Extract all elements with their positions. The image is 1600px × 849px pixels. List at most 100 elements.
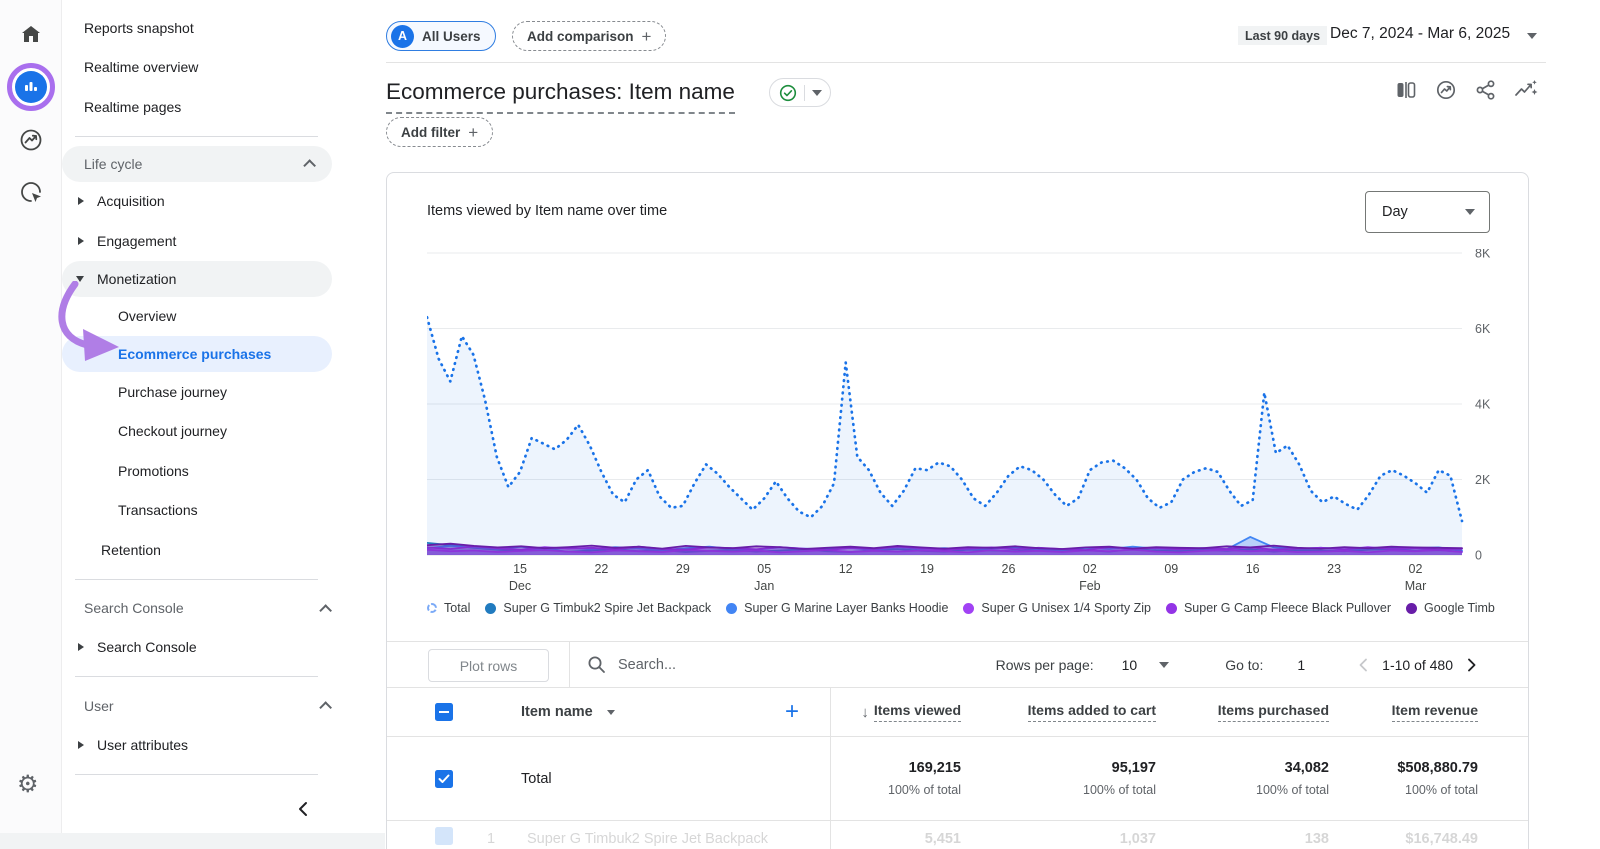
expand-triangle-icon xyxy=(78,741,84,749)
svg-text:29: 29 xyxy=(676,562,690,576)
sidebar-label: Search Console xyxy=(97,639,197,655)
column-header-items-viewed[interactable]: ↓Items viewed xyxy=(830,688,961,736)
sidebar-item-realtime-overview[interactable]: Realtime overview xyxy=(62,48,348,88)
sidebar-item-realtime-pages[interactable]: Realtime pages xyxy=(62,87,348,127)
legend-item[interactable]: Super G Camp Fleece Black Pullover xyxy=(1166,601,1391,615)
reports-sidebar: Reports snapshot Realtime overview Realt… xyxy=(62,0,348,832)
check-icon xyxy=(438,774,450,784)
goto-page-input[interactable]: 1 xyxy=(1297,657,1305,673)
report-status-pill[interactable] xyxy=(769,78,831,107)
svg-text:Dec: Dec xyxy=(509,579,531,593)
sidebar-item-engagement[interactable]: Engagement xyxy=(62,221,348,261)
plus-icon: + xyxy=(642,28,652,45)
pagination-range: 1-10 of 480 xyxy=(1382,657,1453,673)
legend-item[interactable]: Super G Marine Layer Banks Hoodie xyxy=(726,601,948,615)
plot-rows-button[interactable]: Plot rows xyxy=(428,649,549,682)
metric-subtext: 100% of total xyxy=(1083,783,1156,797)
expand-triangle-icon xyxy=(78,643,84,651)
table-total-row: Total 169,215100% of total 95,197100% of… xyxy=(387,737,1528,821)
prev-page-icon[interactable] xyxy=(1357,657,1369,673)
legend-swatch xyxy=(1166,603,1177,614)
sidebar-item-transactions[interactable]: Transactions xyxy=(62,491,348,531)
select-all-checkbox-indeterminate[interactable] xyxy=(435,703,453,721)
date-range-picker[interactable]: Dec 7, 2024 - Mar 6, 2025 xyxy=(1330,25,1510,43)
expand-triangle-icon xyxy=(78,197,84,205)
metric-value: 34,082 xyxy=(1285,760,1329,776)
chevron-down-icon[interactable] xyxy=(1159,662,1169,668)
reports-icon-active[interactable] xyxy=(7,63,55,111)
goto-label: Go to: xyxy=(1225,657,1263,673)
sidebar-item-monetization[interactable]: Monetization xyxy=(62,261,332,297)
insights-sparkline-icon[interactable] xyxy=(1514,78,1538,102)
legend-item[interactable]: Google Timb xyxy=(1406,601,1495,615)
section-header-search-console[interactable]: Search Console xyxy=(62,589,348,628)
sidebar-item-promotions[interactable]: Promotions xyxy=(62,451,348,491)
svg-text:26: 26 xyxy=(1002,562,1016,576)
total-row-checkbox-checked[interactable] xyxy=(435,770,453,788)
interval-select[interactable]: Day xyxy=(1365,191,1490,233)
row-checkbox[interactable] xyxy=(435,827,453,845)
legend-label: Super G Marine Layer Banks Hoodie xyxy=(744,601,948,615)
sidebar-label: Checkout journey xyxy=(118,423,227,439)
plus-icon: + xyxy=(468,124,478,141)
legend-item[interactable]: Super G Unisex 1/4 Sporty Zip xyxy=(963,601,1151,615)
column-header-item-revenue[interactable]: Item revenue xyxy=(1329,688,1478,736)
date-caret-icon[interactable] xyxy=(1527,33,1537,39)
metric-value: 169,215 xyxy=(909,760,961,776)
reports-icon xyxy=(15,71,47,103)
svg-text:Feb: Feb xyxy=(1079,579,1101,593)
column-header-items-purchased[interactable]: Items purchased xyxy=(1156,688,1329,736)
column-header-item-name[interactable]: Item name xyxy=(521,704,615,720)
legend-swatch xyxy=(1406,603,1417,614)
sidebar-label: Realtime overview xyxy=(84,59,198,75)
svg-text:02: 02 xyxy=(1083,562,1097,576)
chevron-down-icon xyxy=(812,90,822,96)
svg-text:2K: 2K xyxy=(1475,473,1491,487)
add-comparison-label: Add comparison xyxy=(527,29,634,44)
svg-text:Mar: Mar xyxy=(1405,579,1427,593)
collapse-sidebar-button[interactable] xyxy=(62,789,348,829)
chevron-up-icon xyxy=(319,604,332,617)
audience-chip-all-users[interactable]: A All Users xyxy=(386,21,496,51)
section-header-user[interactable]: User xyxy=(62,686,348,725)
legend-item[interactable]: Total xyxy=(427,601,470,615)
sidebar-item-user-attributes[interactable]: User attributes xyxy=(62,725,348,765)
section-header-life-cycle[interactable]: Life cycle xyxy=(62,146,332,182)
home-icon[interactable] xyxy=(17,20,45,48)
header-divider xyxy=(386,62,1546,63)
metric-subtext: 100% of total xyxy=(1256,783,1329,797)
metric-subtext: 100% of total xyxy=(1405,783,1478,797)
search-icon xyxy=(587,655,606,674)
sidebar-item-checkout-journey[interactable]: Checkout journey xyxy=(62,412,348,452)
collapse-triangle-icon xyxy=(76,276,84,282)
svg-text:05: 05 xyxy=(757,562,771,576)
svg-text:09: 09 xyxy=(1164,562,1178,576)
insights-icon[interactable] xyxy=(1434,78,1458,102)
sidebar-item-reports-snapshot[interactable]: Reports snapshot xyxy=(62,8,348,48)
compare-reports-icon[interactable] xyxy=(1394,78,1418,102)
legend-item[interactable]: Super G Timbuk2 Spire Jet Backpack xyxy=(485,601,711,615)
chevron-down-icon xyxy=(1465,209,1475,215)
sidebar-item-purchase-journey[interactable]: Purchase journey xyxy=(62,372,348,412)
add-column-button[interactable]: + xyxy=(785,698,799,726)
sidebar-item-retention[interactable]: Retention xyxy=(62,530,348,570)
sidebar-item-acquisition[interactable]: Acquisition xyxy=(62,182,348,222)
sidebar-item-search-console[interactable]: Search Console xyxy=(62,628,348,668)
metric-header-label: Items purchased xyxy=(1218,702,1329,722)
next-page-icon[interactable] xyxy=(1466,657,1478,673)
metric-value: 95,197 xyxy=(1112,760,1156,776)
explore-icon[interactable] xyxy=(17,126,45,154)
add-filter-button[interactable]: Add filter + xyxy=(386,117,493,147)
svg-text:4K: 4K xyxy=(1475,398,1491,412)
sidebar-divider xyxy=(75,774,318,775)
share-icon[interactable] xyxy=(1474,78,1498,102)
advertising-icon[interactable] xyxy=(17,178,45,206)
sidebar-item-ecommerce-purchases-selected[interactable]: Ecommerce purchases xyxy=(62,336,332,372)
column-header-items-added-to-cart[interactable]: Items added to cart xyxy=(961,688,1156,736)
page-title[interactable]: Ecommerce purchases: Item name xyxy=(386,79,735,114)
settings-gear-icon[interactable]: ⚙ xyxy=(17,770,39,799)
rows-per-page-select[interactable]: 10 xyxy=(1122,657,1138,673)
sidebar-item-overview[interactable]: Overview xyxy=(62,297,348,337)
add-comparison-button[interactable]: Add comparison + xyxy=(512,21,666,51)
table-search-input[interactable] xyxy=(618,657,858,673)
